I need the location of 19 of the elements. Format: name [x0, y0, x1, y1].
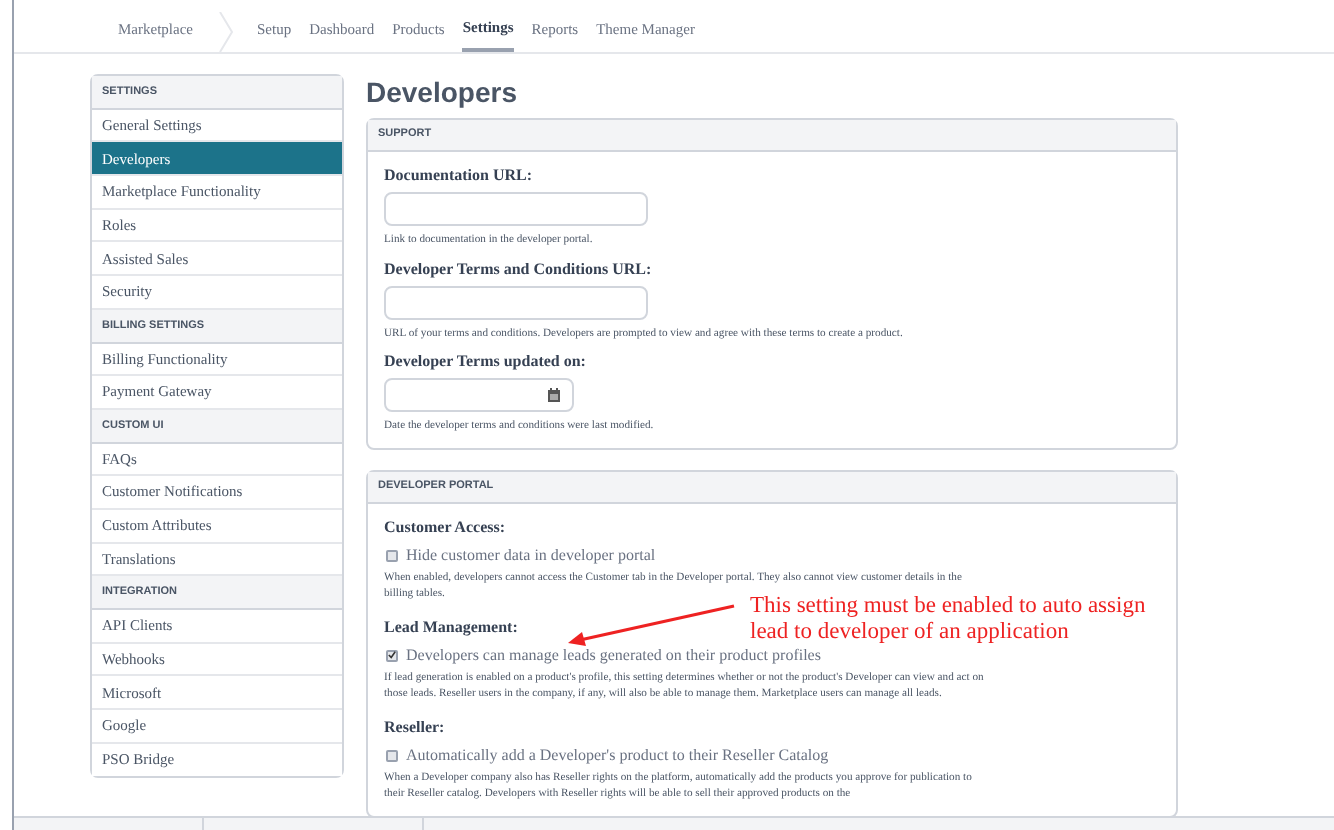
field-label: Reseller:	[384, 717, 445, 737]
page-title: Developers	[366, 74, 519, 110]
annotation-text: This setting must be enabled to auto assign	[750, 594, 1146, 620]
field-label: Developer Terms and Conditions URL:	[384, 259, 652, 279]
field-label: Lead Management:	[384, 617, 518, 637]
checkbox-label[interactable]: Hide customer data in developer portal	[406, 543, 656, 567]
checkbox[interactable]	[386, 649, 398, 661]
checkbox[interactable]	[386, 749, 398, 761]
annotation-text: lead to developer of an application	[750, 620, 1069, 646]
calendar-icon	[548, 388, 560, 402]
input-field[interactable]	[384, 285, 648, 319]
field-label: Documentation URL:	[384, 166, 532, 186]
checkbox-label[interactable]: Automatically add a Developer's product to their Reseller Catalog	[406, 743, 829, 767]
checkbox[interactable]	[386, 549, 398, 561]
field-label: Developer Terms updated on:	[384, 352, 586, 372]
field-label: Customer Access:	[384, 517, 506, 537]
input-field[interactable]	[384, 192, 648, 226]
date-field[interactable]	[384, 378, 574, 412]
checkbox-label[interactable]: Developers can manage leads generated on their product profiles	[406, 643, 821, 667]
